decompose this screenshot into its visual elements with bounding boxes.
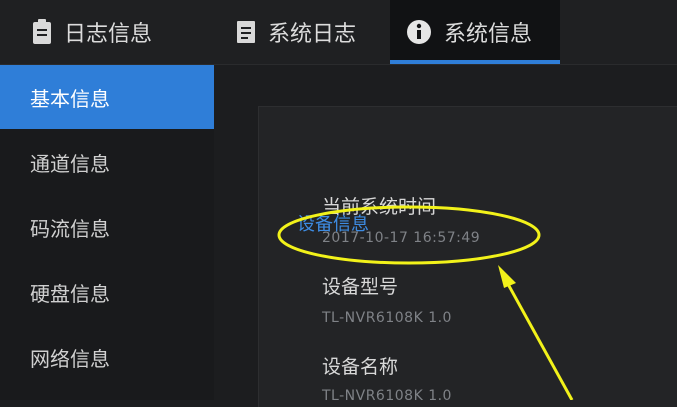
sidebar-item-label: 基本信息 bbox=[30, 86, 110, 111]
sidebar-item-label: 硬盘信息 bbox=[30, 281, 110, 306]
info-panel bbox=[258, 106, 677, 407]
active-tab-indicator bbox=[390, 60, 560, 64]
tab-label: 日志信息 bbox=[64, 22, 153, 47]
tab-log-info[interactable]: 日志信息 bbox=[32, 0, 152, 64]
field-label-device-model: 设备型号 bbox=[322, 276, 399, 298]
sidebar-item-basic-info[interactable]: 基本信息 bbox=[0, 65, 214, 129]
sidebar-item-network-info[interactable]: 网络信息 bbox=[0, 325, 214, 389]
document-icon bbox=[236, 20, 256, 44]
sidebar-item-stream-info[interactable]: 码流信息 bbox=[0, 195, 214, 259]
sidebar-item-disk-info[interactable]: 硬盘信息 bbox=[0, 260, 214, 324]
sidebar-item-label: 码流信息 bbox=[30, 216, 110, 241]
sidebar-item-label: 通道信息 bbox=[30, 151, 110, 176]
info-circle-icon bbox=[406, 19, 432, 45]
sidebar: 基本信息 通道信息 码流信息 硬盘信息 网络信息 bbox=[0, 65, 214, 400]
tab-label: 系统日志 bbox=[268, 22, 357, 47]
field-label-current-time: 当前系统时间 bbox=[322, 196, 437, 218]
top-tab-bar: 日志信息 系统日志 系统信息 bbox=[0, 0, 677, 65]
sidebar-item-channel-info[interactable]: 通道信息 bbox=[0, 130, 214, 194]
tab-system-log[interactable]: 系统日志 bbox=[236, 0, 356, 64]
field-label-device-name: 设备名称 bbox=[322, 356, 399, 378]
field-value-device-model: TL-NVR6108K 1.0 bbox=[322, 310, 452, 326]
tab-label: 系统信息 bbox=[444, 22, 533, 47]
field-value-current-time: 2017-10-17 16:57:49 bbox=[322, 230, 481, 246]
tab-system-info[interactable]: 系统信息 bbox=[390, 0, 560, 64]
field-value-device-name: TL-NVR6108K 1.0 bbox=[322, 388, 452, 404]
sidebar-item-label: 网络信息 bbox=[30, 346, 110, 371]
document-icon bbox=[32, 19, 52, 45]
